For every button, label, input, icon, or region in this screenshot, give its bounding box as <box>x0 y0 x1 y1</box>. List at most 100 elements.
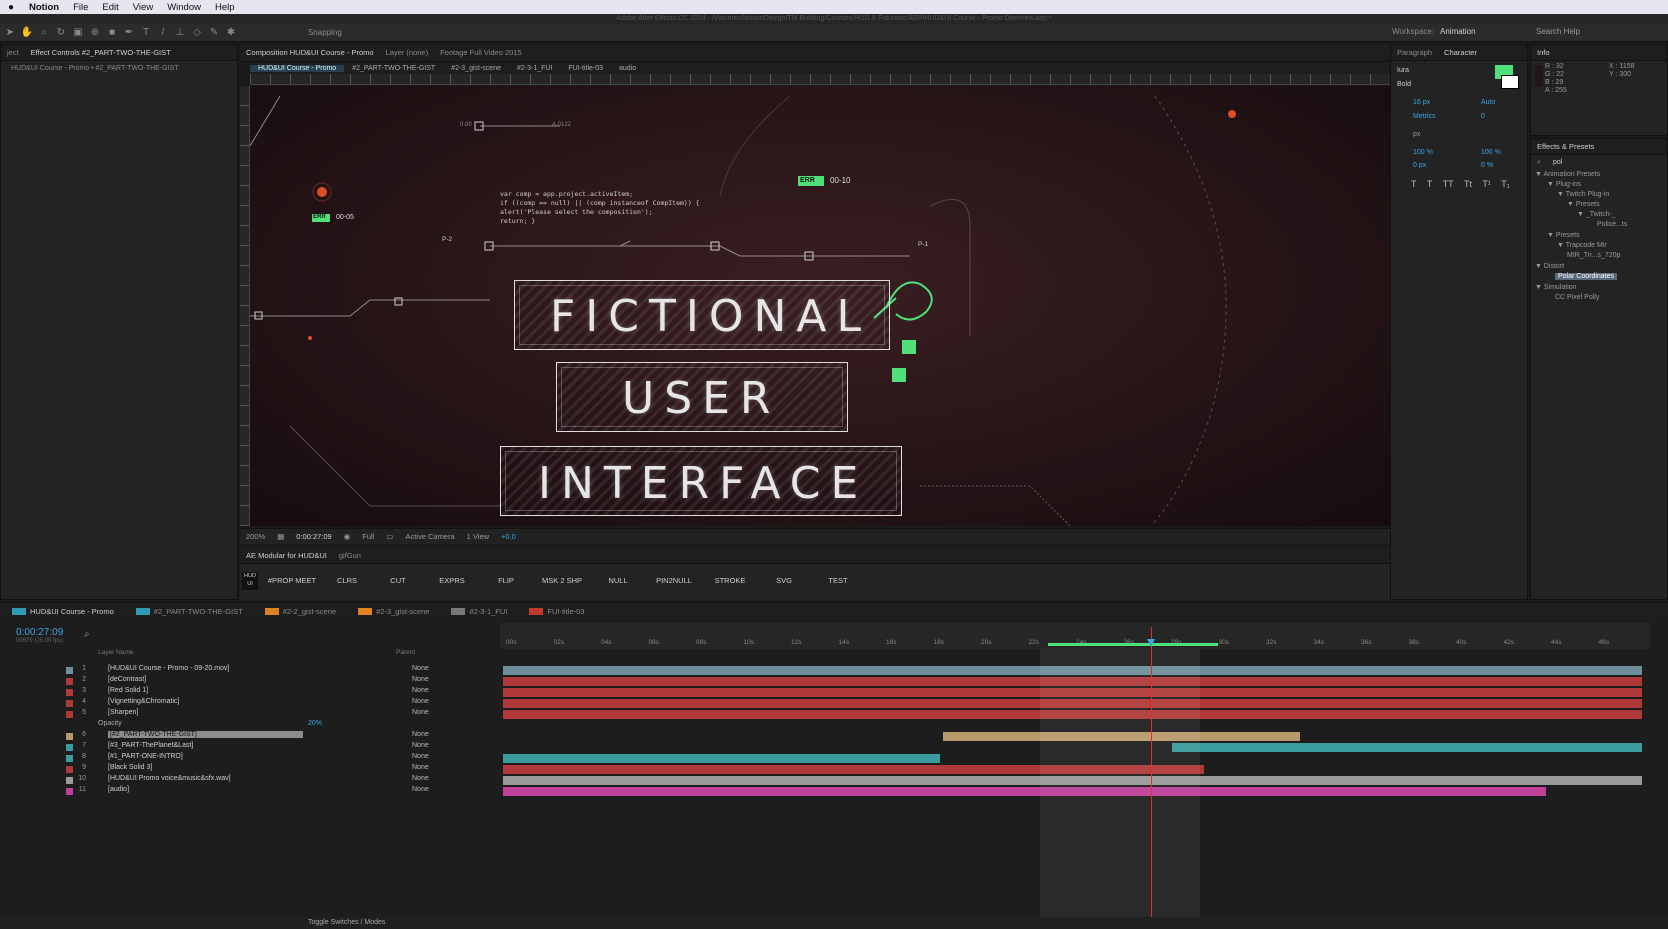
layer-label-color[interactable] <box>66 777 73 784</box>
layer-name[interactable]: [Black Solid 3] <box>108 764 152 771</box>
faux-bold-button[interactable]: T <box>1411 179 1417 189</box>
crumb-4[interactable]: #2-3-1_FUI <box>509 65 560 72</box>
tl-tab-4[interactable]: #2-3-1_FUI <box>465 607 517 616</box>
fx-tree-7[interactable]: ▼ Trapcode Mir <box>1557 242 1607 249</box>
layer-label-color[interactable] <box>66 700 73 707</box>
grid-icon[interactable]: ▦ <box>271 532 290 541</box>
fx-tree-9[interactable]: ▼ Distort <box>1535 263 1564 270</box>
layer-row[interactable]: 11 [audio] None <box>0 786 498 797</box>
zoom-select[interactable]: 200% <box>240 532 271 541</box>
kerning-value[interactable]: Metrics <box>1413 113 1436 120</box>
script-btn-svg[interactable]: SVG <box>758 574 810 588</box>
stroke-color-swatch[interactable] <box>1501 75 1519 89</box>
layer-label-color[interactable] <box>66 667 73 674</box>
workspace-select[interactable]: Animation <box>1440 27 1476 36</box>
layer-row[interactable]: 9 [Black Solid 3] None <box>0 764 498 775</box>
tab-paragraph[interactable]: Paragraph <box>1391 48 1438 57</box>
pan-behind-tool-icon[interactable]: ⊕ <box>88 27 102 39</box>
layer-parent-select[interactable]: None <box>412 676 429 683</box>
font-size-value[interactable]: 16 px <box>1413 99 1430 106</box>
tab-info[interactable]: Info <box>1531 48 1556 57</box>
layer-name[interactable]: [#1_PART-ONE-INTRO] <box>108 753 183 760</box>
fx-tree-5[interactable]: Police...ts <box>1597 221 1627 228</box>
layer-name-header[interactable]: Layer Name <box>98 649 133 656</box>
hud-word-fictional[interactable]: FICTIONAL <box>550 291 871 342</box>
crumb-3[interactable]: #2-3_gist-scene <box>443 65 509 72</box>
layer-name[interactable]: [Red Solid 1] <box>108 687 148 694</box>
stroke-unit-value[interactable]: px <box>1413 131 1420 138</box>
layer-parent-select[interactable]: None <box>412 775 429 782</box>
layer-parent-select[interactable]: None <box>412 687 429 694</box>
crumb-2[interactable]: #2_PART-TWO-THE-GIST <box>344 65 443 72</box>
crumb-1[interactable]: HUD&UI Course - Promo <box>250 64 345 72</box>
tsume-value[interactable]: 0 % <box>1481 162 1493 169</box>
shape-tool-icon[interactable]: ■ <box>105 27 119 39</box>
tl-tab-0[interactable]: HUD&UI Course - Promo <box>26 607 124 616</box>
layer-parent-select[interactable]: None <box>412 709 429 716</box>
time-ruler[interactable]: 00s02s04s06s08s10s12s14s16s18s20s22s24s2… <box>500 623 1650 649</box>
timeline-search-icon[interactable]: ⌕ <box>84 629 90 640</box>
rotate-tool-icon[interactable]: ↻ <box>54 27 68 39</box>
font-style-select[interactable]: Bold <box>1397 81 1411 88</box>
vertical-scale-value[interactable]: 100 % <box>1413 149 1433 156</box>
fx-tree-1[interactable]: ▼ Plug-ins <box>1547 181 1581 188</box>
tl-tab-5[interactable]: FUI-title-03 <box>543 607 594 616</box>
layer-row[interactable]: 3 [Red Solid 1] None <box>0 687 498 698</box>
script-btn-cut[interactable]: CUT <box>372 574 424 588</box>
fx-tree-11[interactable]: ▼ Simulation <box>1535 284 1577 291</box>
brush-tool-icon[interactable]: / <box>156 27 170 39</box>
camera-tool-icon[interactable]: ▣ <box>71 27 85 39</box>
fx-tree-0[interactable]: ▼ Animation Presets <box>1535 171 1600 178</box>
crumb-6[interactable]: audio <box>611 65 644 72</box>
fx-tree-6[interactable]: ▼ Presets <box>1547 232 1580 239</box>
layer-name[interactable]: [Vignetting&Chromatic] <box>108 698 179 705</box>
all-caps-button[interactable]: TT <box>1443 179 1454 189</box>
layer-parent-select[interactable]: None <box>412 764 429 771</box>
fx-tree-4[interactable]: ▼ _Twitch-_ <box>1577 211 1616 218</box>
menu-app[interactable]: Notion <box>22 2 66 13</box>
layer-parent-select[interactable]: None <box>412 698 429 705</box>
layer-label-color[interactable] <box>66 678 73 685</box>
script-btn-prop-meet[interactable]: #PROP MEET <box>262 574 322 588</box>
leading-value[interactable]: Auto <box>1481 99 1495 106</box>
tab-footage[interactable]: Footage Full Video 2015 <box>434 48 528 57</box>
tab-character[interactable]: Character <box>1438 48 1483 57</box>
menu-edit[interactable]: Edit <box>95 2 125 13</box>
layer-row[interactable]: 1 [HUD&UI Course - Promo - 09-20.mov] None <box>0 665 498 676</box>
tab-composition[interactable]: Composition HUD&UI Course - Promo <box>240 48 380 57</box>
script-btn-test[interactable]: TEST <box>812 574 864 588</box>
playhead[interactable] <box>1151 627 1152 917</box>
apple-icon[interactable]: ● <box>0 2 22 13</box>
layer-name[interactable]: [#2_PART-TWO-THE-GIST] <box>108 731 303 738</box>
layer-name[interactable]: [HUD&UI Course - Promo - 09-20.mov] <box>108 665 229 672</box>
layer-name[interactable]: [HUD&UI Promo voice&music&sfx.wav] <box>108 775 231 782</box>
script-btn-exprs[interactable]: EXPRS <box>426 574 478 588</box>
tl-tab-2[interactable]: #2-2_gist-scene <box>279 607 346 616</box>
layer-row[interactable]: 2 [deContrast] None <box>0 676 498 687</box>
layer-parent-select[interactable]: None <box>412 731 429 738</box>
layer-row[interactable]: 6 [#2_PART-TWO-THE-GIST] None <box>0 731 498 742</box>
layer-row[interactable]: 8 [#1_PART-ONE-INTRO] None <box>0 753 498 764</box>
effects-search-input[interactable]: pol <box>1553 159 1562 166</box>
exposure-value[interactable]: +0.0 <box>495 532 522 541</box>
layer-name[interactable]: [audio] <box>108 786 129 793</box>
type-tool-icon[interactable]: T <box>139 27 153 39</box>
layer-parent-select[interactable]: None <box>412 742 429 749</box>
camera-select[interactable]: Active Camera <box>399 532 460 541</box>
layer-parent-select[interactable]: None <box>412 753 429 760</box>
layer-row[interactable]: 7 [#3_PART-ThePlanet&Last] None <box>0 742 498 753</box>
hud-word-interface[interactable]: INTERFACE <box>538 458 868 509</box>
puppet-tool-icon[interactable]: ✱ <box>224 27 238 39</box>
script-btn-stroke[interactable]: STROKE <box>704 574 756 588</box>
script-btn-flip[interactable]: FLIP <box>480 574 532 588</box>
layer-row[interactable]: 10 [HUD&UI Promo voice&music&sfx.wav] None <box>0 775 498 786</box>
pen-tool-icon[interactable]: ✒ <box>122 27 136 39</box>
selection-tool-icon[interactable]: ➤ <box>3 27 17 39</box>
script-btn-clrs[interactable]: CLRS <box>324 574 370 588</box>
superscript-button[interactable]: T¹ <box>1482 179 1491 189</box>
fx-tree-3[interactable]: ▼ Presets <box>1567 201 1600 208</box>
baseline-shift-value[interactable]: 0 px <box>1413 162 1426 169</box>
composition-viewer[interactable]: var comp = app.project.activeItem; if ((… <box>250 86 1390 526</box>
fx-tree-8[interactable]: MIR_Tri...s_720p <box>1567 252 1620 259</box>
clone-tool-icon[interactable]: ⊥ <box>173 27 187 39</box>
